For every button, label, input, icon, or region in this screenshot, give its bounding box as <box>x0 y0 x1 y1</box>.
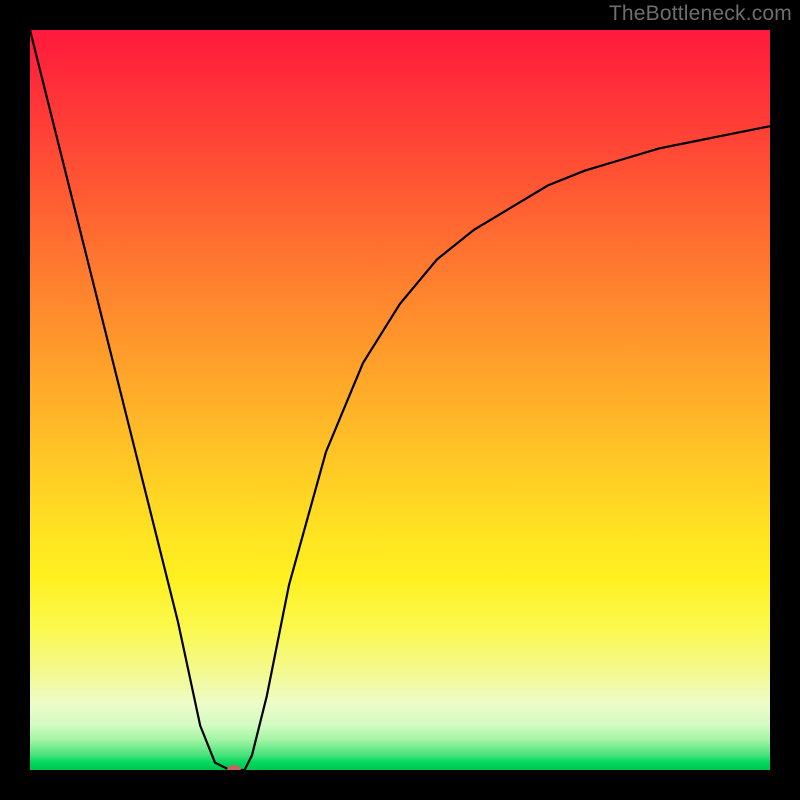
plot-area <box>30 30 770 770</box>
gradient-background <box>30 30 770 770</box>
watermark-text: TheBottleneck.com <box>609 2 792 26</box>
chart-frame: TheBottleneck.com <box>0 0 800 800</box>
minimum-marker <box>227 765 241 770</box>
